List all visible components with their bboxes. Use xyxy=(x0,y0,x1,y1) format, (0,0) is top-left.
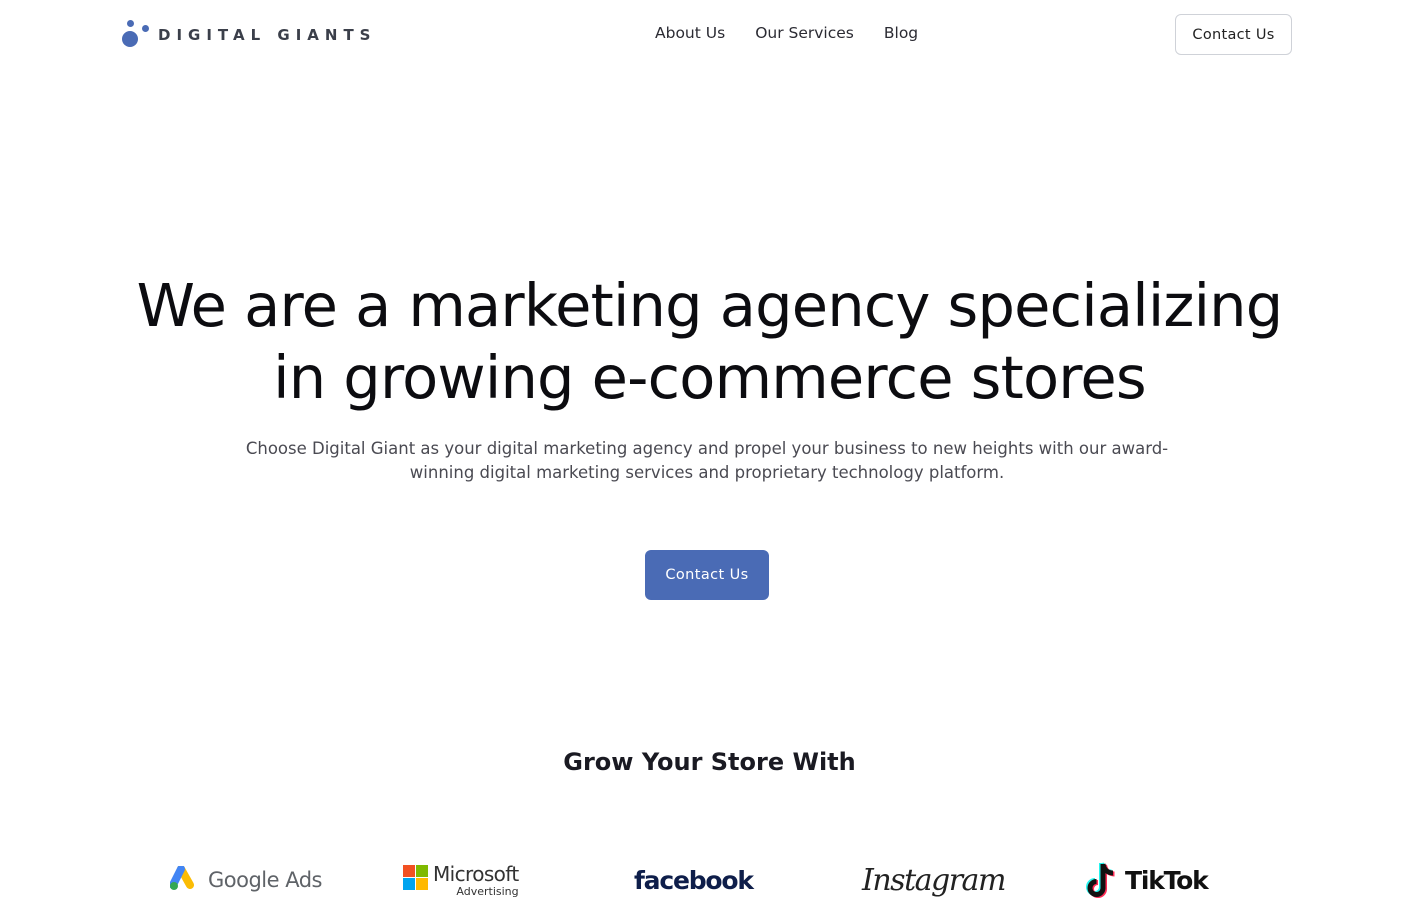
microsoft-label: Microsoft xyxy=(433,861,519,886)
tiktok-icon xyxy=(1086,862,1115,898)
brand-logo[interactable]: DIGITAL GIANTS xyxy=(120,18,376,52)
site-header: DIGITAL GIANTS About Us Our Services Blo… xyxy=(0,0,1419,70)
google-ads-label: Google Ads xyxy=(208,868,323,892)
header-contact-button[interactable]: Contact Us xyxy=(1175,14,1292,55)
logo-dots-icon xyxy=(120,18,152,52)
hero-title-line-2: in growing e-commerce stores xyxy=(273,343,1146,412)
nav-item-blog[interactable]: Blog xyxy=(884,24,918,42)
facebook-logo-text: facebook xyxy=(634,865,754,895)
microsoft-icon xyxy=(403,864,428,890)
tiktok-label: TikTok xyxy=(1125,865,1209,895)
instagram-logo-text: Instagram xyxy=(862,862,1006,898)
main-nav: About Us Our Services Blog xyxy=(655,24,918,42)
partner-tiktok: TikTok xyxy=(1085,856,1209,904)
hero-subtitle-line-2: winning digital marketing services and p… xyxy=(409,463,1005,482)
partner-microsoft-advertising: Microsoft Advertising xyxy=(403,856,519,904)
partners-heading: Grow Your Store With xyxy=(563,748,856,776)
hero-title: We are a marketing agency specializing i… xyxy=(0,270,1419,414)
hero-subtitle: Choose Digital Giant as your digital mar… xyxy=(220,437,1194,485)
brand-name: DIGITAL GIANTS xyxy=(158,26,377,44)
partner-google-ads: Google Ads xyxy=(170,856,323,904)
hero-subtitle-line-1: Choose Digital Giant as your digital mar… xyxy=(245,439,1169,458)
nav-item-about-us[interactable]: About Us xyxy=(655,24,725,42)
nav-item-our-services[interactable]: Our Services xyxy=(755,24,854,42)
partner-instagram: Instagram xyxy=(862,856,1006,904)
partner-facebook: facebook xyxy=(634,856,754,904)
hero-title-line-1: We are a marketing agency specializing xyxy=(136,271,1284,340)
google-ads-icon xyxy=(170,866,194,890)
microsoft-sublabel: Advertising xyxy=(456,884,519,898)
hero-contact-button[interactable]: Contact Us xyxy=(645,550,769,600)
